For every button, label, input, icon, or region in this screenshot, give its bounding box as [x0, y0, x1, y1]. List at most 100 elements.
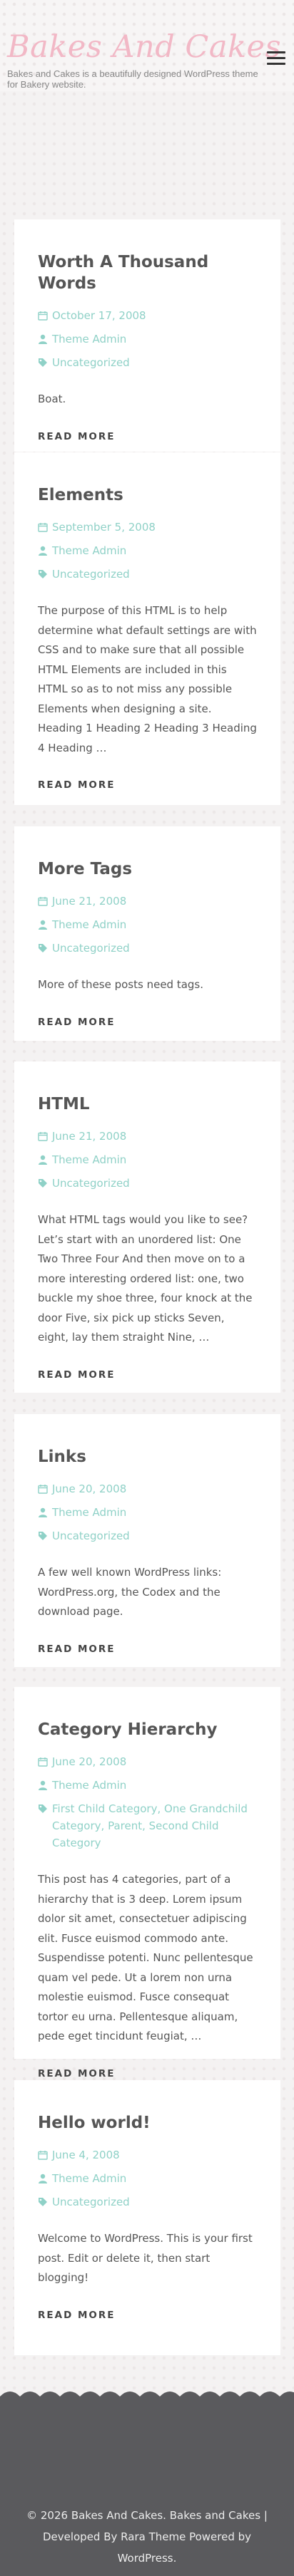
read-more-link[interactable]: READ MORE [38, 1369, 257, 1381]
post-card: Elements September 5, 2008 Theme Admin U… [14, 452, 280, 805]
post-excerpt: A few well known WordPress links: WordPr… [38, 1566, 222, 1618]
footer-site-link[interactable]: Bakes and Cakes [170, 2509, 260, 2522]
footer-powered-by: Powered by [189, 2530, 252, 2543]
post-author-link[interactable]: Theme Admin [52, 916, 257, 933]
post-date: June 20, 2008 [38, 1480, 257, 1497]
post-category-link[interactable]: Uncategorized [52, 1177, 130, 1190]
post-title[interactable]: Category Hierarchy [38, 1687, 257, 1740]
footer-developed-by: Developed By [42, 2530, 118, 2543]
post-author-link[interactable]: Theme Admin [52, 1777, 257, 1794]
calendar-icon [38, 893, 52, 910]
post-author: Theme Admin [38, 1151, 257, 1168]
post-date: June 20, 2008 [38, 1753, 257, 1770]
footer-copyright: © 2026 Bakes And Cakes. [26, 2509, 166, 2522]
calendar-icon [38, 1128, 52, 1145]
post-category-link[interactable]: Uncategorized [52, 568, 130, 581]
post-category-list: Uncategorized [52, 1527, 257, 1544]
post-category-link[interactable]: Uncategorized [52, 942, 130, 955]
post-card: More Tags June 21, 2008 Theme Admin Unca… [14, 826, 280, 1041]
tag-icon [38, 940, 52, 957]
post-date-link[interactable]: June 21, 2008 [52, 893, 257, 910]
post-excerpt: More of these posts need tags. [38, 978, 204, 991]
post-date: June 21, 2008 [38, 893, 257, 910]
post-date-link[interactable]: June 20, 2008 [52, 1480, 257, 1497]
post-categories: Uncategorized [38, 940, 257, 957]
post-author-link[interactable]: Theme Admin [52, 542, 257, 559]
scalloped-edge [0, 2391, 294, 2408]
footer-separator: | [263, 2509, 268, 2522]
post-date: October 17, 2008 [38, 307, 257, 324]
post-title[interactable]: Elements [38, 452, 257, 506]
footer-developer-link[interactable]: Rara Theme [121, 2530, 186, 2543]
post-category-list: Uncategorized [52, 940, 257, 957]
post-title[interactable]: Worth A Thousand Words [38, 219, 257, 294]
user-icon [38, 1151, 52, 1168]
read-more-link[interactable]: READ MORE [38, 1017, 257, 1028]
post-category-link[interactable]: Uncategorized [52, 356, 130, 369]
user-icon [38, 1504, 52, 1521]
post-category-link[interactable]: Uncategorized [52, 1530, 130, 1542]
site-header: Bakes And Cakes Bakes and Cakes is a bea… [0, 0, 294, 91]
post-categories: Uncategorized [38, 2193, 257, 2211]
post-date-link[interactable]: June 20, 2008 [52, 1753, 257, 1770]
post-author-link[interactable]: Theme Admin [52, 2170, 257, 2187]
post-card: Links June 20, 2008 Theme Admin Uncatego… [14, 1414, 280, 1667]
post-title[interactable]: Links [38, 1414, 257, 1468]
read-more-link[interactable]: READ MORE [38, 431, 257, 442]
post-card: Worth A Thousand Words October 17, 2008 … [14, 219, 280, 452]
footer-platform-link[interactable]: WordPress. [118, 2552, 177, 2565]
read-more-link[interactable]: READ MORE [38, 779, 257, 791]
post-excerpt: The purpose of this HTML is to help dete… [38, 604, 257, 754]
post-author-link[interactable]: Theme Admin [52, 1151, 257, 1168]
post-category-link[interactable]: Uncategorized [52, 2196, 130, 2208]
post-card: Hello world! June 4, 2008 Theme Admin Un… [14, 2080, 280, 2355]
post-title[interactable]: HTML [38, 1061, 257, 1115]
post-category-list: First Child Category, One Grandchild Cat… [52, 1802, 248, 1849]
post-title[interactable]: More Tags [38, 826, 257, 880]
hamburger-menu-icon[interactable] [267, 51, 287, 67]
post-author: Theme Admin [38, 2170, 257, 2187]
post-category-list: Uncategorized [52, 566, 257, 583]
tag-icon [38, 1175, 52, 1192]
post-category-link[interactable]: Parent [108, 1819, 142, 1832]
post-date: September 5, 2008 [38, 519, 257, 536]
tag-icon [38, 2193, 52, 2211]
tag-icon [38, 1800, 52, 1817]
user-icon [38, 542, 52, 559]
post-categories: Uncategorized [38, 566, 257, 583]
post-author: Theme Admin [38, 1777, 257, 1794]
post-author-link[interactable]: Theme Admin [52, 1504, 257, 1521]
post-excerpt: This post has 4 categories, part of a hi… [38, 1873, 253, 2042]
tag-icon [38, 354, 52, 371]
calendar-icon [38, 1753, 52, 1770]
read-more-link[interactable]: READ MORE [38, 2068, 257, 2079]
post-date-link[interactable]: September 5, 2008 [52, 519, 257, 536]
tag-icon [38, 1527, 52, 1544]
post-categories: Uncategorized [38, 354, 257, 371]
read-more-link[interactable]: READ MORE [38, 1643, 257, 1655]
user-icon [38, 331, 52, 348]
post-category-list: Uncategorized [52, 354, 257, 371]
read-more-link[interactable]: READ MORE [38, 2310, 257, 2321]
footer-credits: © 2026 Bakes And Cakes. Bakes and Cakes … [14, 2505, 280, 2569]
post-title[interactable]: Hello world! [38, 2080, 257, 2134]
post-categories: Uncategorized [38, 1175, 257, 1192]
post-card: HTML June 21, 2008 Theme Admin Uncategor… [14, 1061, 280, 1393]
user-icon [38, 2170, 52, 2187]
post-date-link[interactable]: October 17, 2008 [52, 307, 257, 324]
post-author: Theme Admin [38, 1504, 257, 1521]
site-title[interactable]: Bakes And Cakes [7, 30, 281, 64]
site-footer: © 2026 Bakes And Cakes. Bakes and Cakes … [0, 2391, 294, 2576]
post-card: Category Hierarchy June 20, 2008 Theme A… [14, 1687, 280, 2079]
tag-icon [38, 566, 52, 583]
post-category-list: Uncategorized [52, 2193, 257, 2211]
post-category-link[interactable]: First Child Category [52, 1802, 157, 1815]
post-date-link[interactable]: June 4, 2008 [52, 2146, 257, 2164]
post-date-link[interactable]: June 21, 2008 [52, 1128, 257, 1145]
calendar-icon [38, 519, 52, 536]
calendar-icon [38, 2146, 52, 2164]
post-author-link[interactable]: Theme Admin [52, 331, 257, 348]
post-author: Theme Admin [38, 331, 257, 348]
calendar-icon [38, 1480, 52, 1497]
post-excerpt: What HTML tags would you like to see? Le… [38, 1213, 253, 1344]
